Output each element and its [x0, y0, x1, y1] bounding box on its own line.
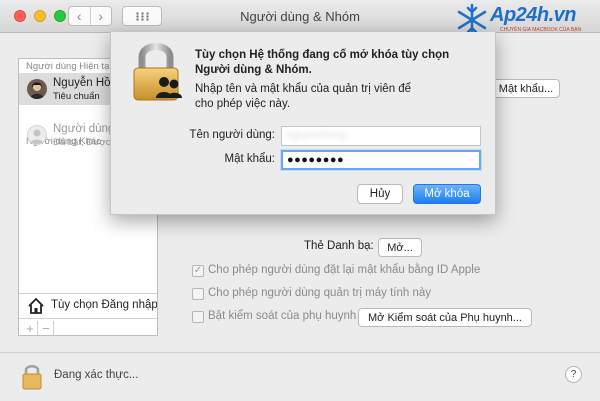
contacts-card-label: Thẻ Danh bạ:	[304, 240, 374, 252]
help-button[interactable]: ?	[565, 366, 582, 383]
user-photo-icon	[27, 79, 47, 99]
logo-brand-text: Ap24h.vn	[490, 4, 577, 26]
reset-password-checkbox[interactable]: ✓	[192, 265, 204, 277]
login-options-label: Tùy chọn Đăng nhập	[51, 299, 158, 311]
unlock-button[interactable]: Mở khóa	[413, 184, 481, 204]
username-field[interactable]: nguyenhong	[281, 126, 481, 146]
lock-icon[interactable]	[20, 361, 44, 391]
auth-dialog: Tùy chọn Hệ thống đang cố mở khóa tùy ch…	[110, 32, 496, 215]
contacts-open-button[interactable]: Mở...	[378, 238, 422, 257]
add-user-button[interactable]: +	[23, 321, 38, 335]
admin-checkbox[interactable]	[192, 288, 204, 300]
current-user-role: Tiêu chuẩn	[53, 91, 100, 102]
dialog-heading: Tùy chọn Hệ thống đang cố mở khóa tùy ch…	[195, 49, 450, 76]
username-label: Tên người dùng:	[189, 129, 275, 141]
login-options-item[interactable]: Tùy chọn Đăng nhập	[19, 293, 158, 318]
bottom-bar: Đang xác thực... ?	[0, 352, 600, 401]
change-password-button[interactable]: Mật khẩu...	[492, 79, 560, 98]
avatar	[27, 125, 47, 145]
auth-status-text: Đang xác thực...	[54, 369, 139, 381]
other-user-name: Người dùng	[53, 123, 115, 135]
parental-controls-label: Bật kiểm soát của phụ huynh	[208, 310, 357, 322]
other-user-status: Đã bật, Được	[53, 137, 111, 148]
current-users-heading: Người dùng Hiện tại	[26, 61, 112, 72]
parental-controls-checkbox[interactable]	[192, 311, 204, 323]
password-value: ●●●●●●●●	[287, 154, 345, 166]
generic-user-icon	[30, 129, 44, 144]
house-icon	[28, 297, 44, 314]
padlock-users-icon	[133, 43, 182, 101]
logo-tagline: CHUYÊN GIA MACBOOK CỦA BẠN	[500, 27, 582, 33]
password-label: Mật khẩu:	[224, 153, 276, 165]
cancel-button[interactable]: Hủy	[357, 184, 403, 204]
password-field[interactable]: ●●●●●●●●	[281, 150, 481, 170]
open-parental-controls-button[interactable]: Mở Kiểm soát của Phụ huynh...	[358, 308, 532, 327]
add-remove-bar: + −	[19, 318, 157, 335]
avatar	[27, 79, 47, 99]
dialog-description: Nhập tên và mật khẩu của quản trị viên đ…	[195, 83, 412, 110]
reset-password-label: Cho phép người dùng đặt lại mật khẩu bằn…	[208, 264, 481, 276]
remove-user-button[interactable]: −	[39, 321, 54, 335]
admin-label: Cho phép người dùng quản trị máy tính nà…	[208, 287, 432, 299]
